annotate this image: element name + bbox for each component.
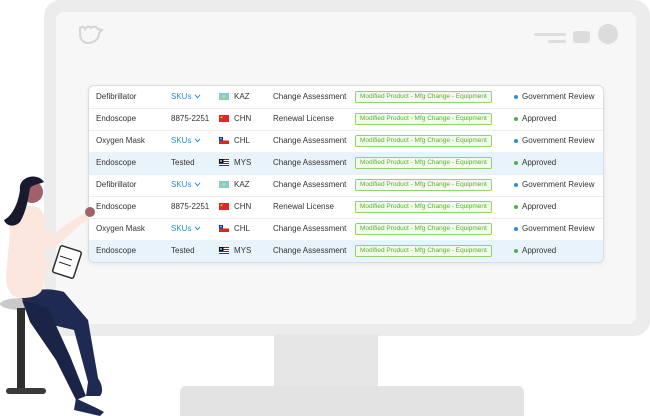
- chevron-down-icon: [195, 94, 201, 99]
- table-row[interactable]: Oxygen Mask SKUs CHL Change Assessment Modif…: [89, 218, 603, 241]
- skus-dropdown[interactable]: SKUs: [171, 174, 201, 196]
- country-code: CHN: [234, 202, 252, 211]
- country-code: MYS: [234, 246, 252, 255]
- submission-type: Change Assessment: [273, 224, 347, 233]
- flag-chl-icon: [219, 137, 229, 144]
- product-name: Oxygen Mask: [96, 136, 145, 145]
- table-row[interactable]: Endoscope 8875-2251 CHN Renewal License Modi…: [89, 196, 603, 219]
- country-code: CHL: [234, 136, 251, 145]
- status-label: Approved: [522, 114, 557, 123]
- submission-type: Change Assessment: [273, 158, 347, 167]
- submission-type: Change Assessment: [273, 246, 347, 255]
- status-dot: [514, 227, 518, 231]
- sku-value: Tested: [171, 240, 195, 262]
- header-avatar-placeholder: [598, 24, 618, 44]
- table-row[interactable]: Endoscope 8875-2251 CHN Renewal License Modi…: [89, 108, 603, 131]
- status-label: Government Review: [522, 136, 595, 145]
- change-category-tag: Modified Product - Mfg Change - Equipmen…: [355, 157, 492, 169]
- change-category-tag: Modified Product - Mfg Change - Equipmen…: [355, 201, 492, 213]
- sku-value: 8875-2251: [171, 108, 209, 130]
- product-name: Defibrillator: [96, 92, 137, 101]
- status-dot: [514, 139, 518, 143]
- change-category-tag: Modified Product - Mfg Change - Equipmen…: [355, 223, 492, 235]
- flag-mys-icon: [219, 159, 229, 166]
- status-label: Government Review: [522, 224, 595, 233]
- status-label: Government Review: [522, 180, 595, 189]
- status-dot: [514, 183, 518, 187]
- sku-value: 8875-2251: [171, 196, 209, 218]
- skus-dropdown[interactable]: SKUs: [171, 218, 201, 240]
- sku-label: Tested: [171, 158, 195, 167]
- product-name: Endoscope: [96, 114, 137, 123]
- submission-type: Renewal License: [273, 114, 334, 123]
- status-dot: [514, 161, 518, 165]
- tablet-icon: [51, 245, 83, 279]
- submissions-table: Defibrillator SKUs KAZ Change Assessment Mod…: [88, 85, 604, 263]
- chevron-down-icon: [195, 138, 201, 143]
- status-dot: [514, 249, 518, 253]
- submission-type: Change Assessment: [273, 180, 347, 189]
- change-category-tag: Modified Product - Mfg Change - Equipmen…: [355, 113, 492, 125]
- country-code: CHL: [234, 224, 251, 233]
- sku-value: Tested: [171, 152, 195, 174]
- change-category-tag: Modified Product - Mfg Change - Equipmen…: [355, 245, 492, 257]
- status-label: Approved: [522, 202, 557, 211]
- table-row[interactable]: Endoscope Tested MYS Change Assessment Modif…: [89, 240, 603, 262]
- monitor-stand-neck: [274, 334, 378, 390]
- status-label: Government Review: [522, 92, 595, 101]
- submission-type: Change Assessment: [273, 136, 347, 145]
- table-row[interactable]: Defibrillator SKUs KAZ Change Assessment Mod…: [89, 174, 603, 197]
- country-code: CHN: [234, 114, 252, 123]
- table-row[interactable]: Defibrillator SKUs KAZ Change Assessment Mod…: [89, 86, 603, 109]
- status-dot: [514, 117, 518, 121]
- flag-chl-icon: [219, 225, 229, 232]
- sku-label: SKUs: [171, 180, 192, 189]
- chevron-down-icon: [195, 182, 201, 187]
- change-category-tag: Modified Product - Mfg Change - Equipmen…: [355, 91, 492, 103]
- submission-type: Renewal License: [273, 202, 334, 211]
- header-window-button: [573, 31, 590, 43]
- table-row[interactable]: Endoscope Tested MYS Change Assessment Modif…: [89, 152, 603, 175]
- change-category-tag: Modified Product - Mfg Change - Equipmen…: [355, 179, 492, 191]
- person-illustration: [0, 176, 104, 416]
- table-row[interactable]: Oxygen Mask SKUs CHL Change Assessment Modif…: [89, 130, 603, 153]
- sku-label: SKUs: [171, 224, 192, 233]
- skus-dropdown[interactable]: SKUs: [171, 130, 201, 152]
- bird-logo-icon: [79, 25, 104, 45]
- submission-type: Change Assessment: [273, 92, 347, 101]
- monitor-stand-base: [180, 386, 524, 416]
- sku-label: SKUs: [171, 136, 192, 145]
- sku-label: Tested: [171, 246, 195, 255]
- header-decoration-line: [534, 33, 566, 36]
- flag-chn-icon: [219, 115, 229, 122]
- sku-label: 8875-2251: [171, 202, 210, 211]
- sku-label: SKUs: [171, 92, 192, 101]
- status-dot: [514, 205, 518, 209]
- country-code: KAZ: [234, 92, 250, 101]
- flag-kaz-icon: [219, 93, 229, 100]
- flag-mys-icon: [219, 247, 229, 254]
- header-decoration-line: [548, 40, 566, 43]
- flag-kaz-icon: [219, 181, 229, 188]
- change-category-tag: Modified Product - Mfg Change - Equipmen…: [355, 135, 492, 147]
- status-label: Approved: [522, 158, 557, 167]
- status-dot: [514, 95, 518, 99]
- skus-dropdown[interactable]: SKUs: [171, 86, 201, 108]
- country-code: MYS: [234, 158, 252, 167]
- flag-chn-icon: [219, 203, 229, 210]
- country-code: KAZ: [234, 180, 250, 189]
- chevron-down-icon: [195, 226, 201, 231]
- status-label: Approved: [522, 246, 557, 255]
- sku-label: 8875-2251: [171, 114, 210, 123]
